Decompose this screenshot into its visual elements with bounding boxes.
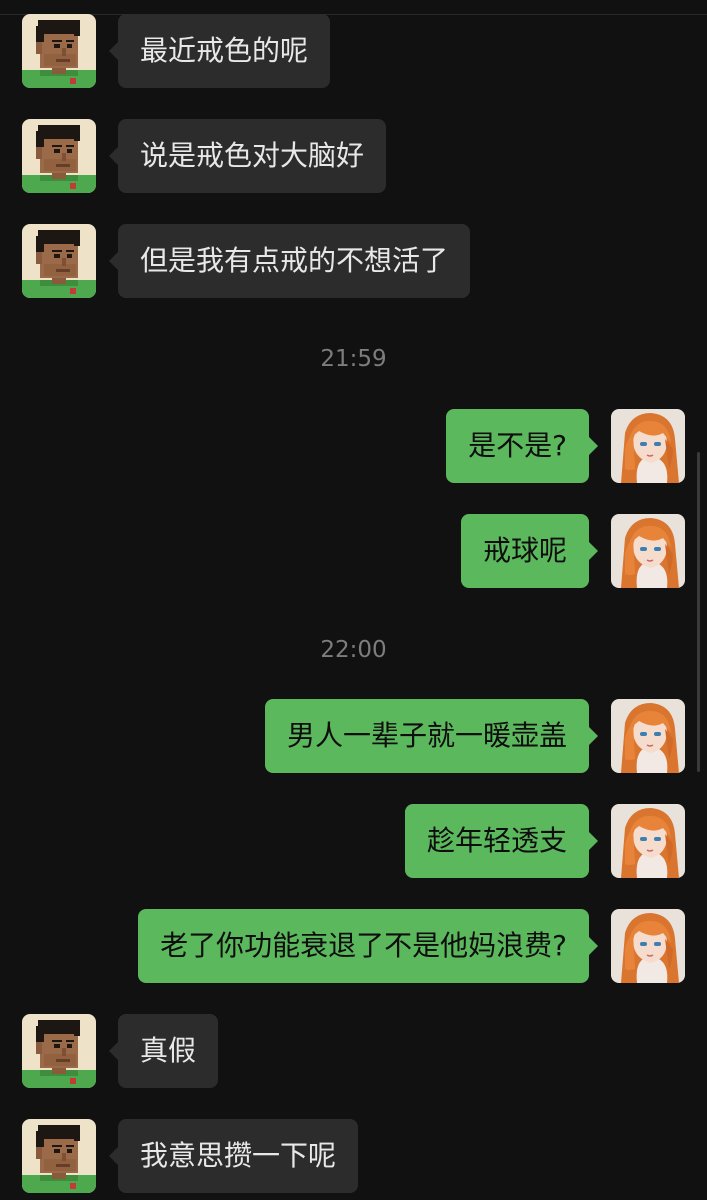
message-text: 男人一辈子就一暖壶盖 (286, 719, 567, 752)
scrollbar[interactable] (697, 452, 700, 772)
outgoing-message-bubble[interactable]: 是不是? (446, 409, 598, 483)
timestamp: 21:59 (320, 346, 387, 372)
my-avatar[interactable] (611, 409, 685, 483)
incoming-message-bubble[interactable]: 真假 (108, 1014, 219, 1088)
pixel-man-icon (22, 224, 96, 298)
pixel-man-icon (22, 119, 96, 193)
incoming-message-bubble[interactable]: 我意思攒一下呢 (108, 1119, 359, 1193)
anime-girl-icon (611, 909, 685, 983)
incoming-message-bubble[interactable]: 说是戒色对大脑好 (108, 119, 387, 193)
friend-avatar[interactable] (22, 14, 96, 88)
message-text: 但是我有点戒的不想活了 (140, 244, 449, 277)
friend-avatar[interactable] (22, 224, 96, 298)
outgoing-message-bubble[interactable]: 趁年轻透支 (404, 804, 599, 878)
pixel-man-icon (22, 14, 96, 88)
pixel-man-icon (22, 1119, 96, 1193)
message-text: 我意思攒一下呢 (140, 1139, 337, 1172)
anime-girl-icon (611, 409, 685, 483)
message-text: 说是戒色对大脑好 (140, 139, 365, 172)
message-text: 真假 (140, 1034, 197, 1067)
incoming-message-bubble[interactable]: 最近戒色的呢 (108, 14, 331, 88)
message-text: 老了你功能衰退了不是他妈浪费? (160, 929, 567, 962)
friend-avatar[interactable] (22, 119, 96, 193)
my-avatar[interactable] (611, 514, 685, 588)
friend-avatar[interactable] (22, 1014, 96, 1088)
incoming-message-bubble[interactable]: 但是我有点戒的不想活了 (108, 224, 471, 298)
outgoing-message-bubble[interactable]: 戒球呢 (460, 514, 599, 588)
my-avatar[interactable] (611, 804, 685, 878)
pixel-man-icon (22, 1014, 96, 1088)
outgoing-message-bubble[interactable]: 男人一辈子就一暖壶盖 (264, 699, 599, 773)
my-avatar[interactable] (611, 699, 685, 773)
top-divider (0, 14, 707, 15)
friend-avatar[interactable] (22, 1119, 96, 1193)
outgoing-message-bubble[interactable]: 老了你功能衰退了不是他妈浪费? (138, 909, 598, 983)
anime-girl-icon (611, 804, 685, 878)
anime-girl-icon (611, 699, 685, 773)
anime-girl-icon (611, 514, 685, 588)
message-text: 戒球呢 (482, 534, 567, 567)
message-text: 趁年轻透支 (426, 824, 567, 857)
message-text: 是不是? (468, 429, 567, 462)
my-avatar[interactable] (611, 909, 685, 983)
message-text: 最近戒色的呢 (140, 34, 309, 67)
timestamp: 22:00 (320, 637, 387, 663)
